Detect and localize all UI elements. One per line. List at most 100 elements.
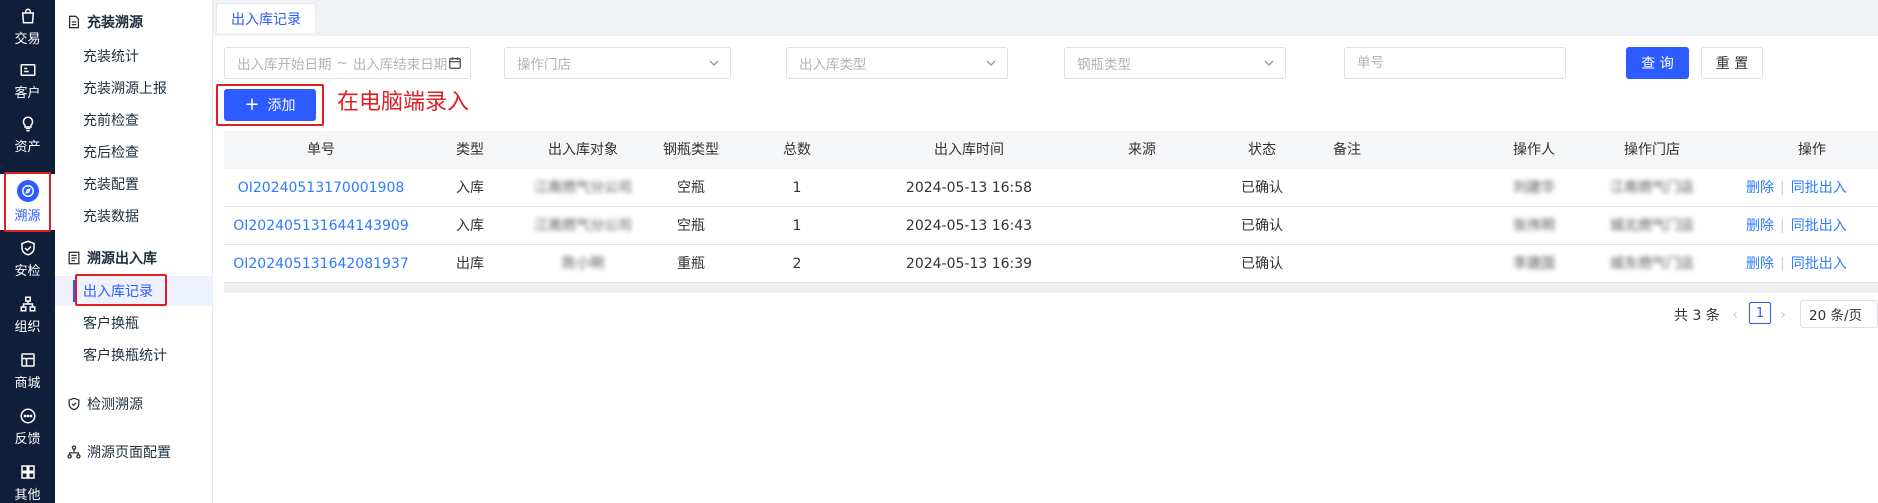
bag-icon [21,8,34,24]
menu-group-inout[interactable]: 溯源出入库 [55,243,213,273]
menu-group-trace-page-config[interactable]: 溯源页面配置 [55,437,213,467]
col-time: 出入库时间 [934,142,1004,158]
menu-item-label: 充装数据 [83,209,139,225]
menu-item-label: 充装统计 [83,49,139,65]
rail-item-other[interactable]: 其他 [0,456,55,503]
cell-target: 江南燃气分公司 [522,207,644,245]
tab-inout-records[interactable]: 出入库记录 [216,3,316,33]
bulb-icon [22,116,33,132]
grid-icon [20,465,35,479]
menu-group-fill-trace[interactable]: 充装溯源 [55,7,213,37]
annotation-text: 在电脑端录入 [337,90,470,115]
blurred-text: 陈小明 [562,256,604,272]
rail-item-org[interactable]: 组织 [0,288,55,342]
rail-label: 资产 [14,140,41,155]
menu-group-inspection-trace[interactable]: 检测溯源 [55,389,213,419]
batch-inout-link[interactable]: 同批出入 [1791,180,1847,196]
rail-item-trade[interactable]: 交易 [0,0,55,54]
rail-item-safety[interactable]: 安检 [0,232,55,286]
date-range-separator: ~ [336,55,348,71]
inout-type-select[interactable]: 出入库类型 [786,47,1008,79]
menu-item-fill-stats[interactable]: 充装统计 [55,41,213,71]
blurred-text: 城东燃气门店 [1610,256,1694,272]
document-icon [68,15,80,29]
plus-icon: + [244,94,260,115]
menu-item-inout-records[interactable]: 出入库记录 [55,276,213,306]
tree-icon [67,445,81,459]
blurred-text: 江南燃气门店 [1610,180,1694,196]
next-page-icon[interactable]: › [1775,302,1791,328]
cell-order-no[interactable]: OI202405131644143909 [224,207,418,245]
cell-actions: 删除 | 同批出入 [1746,169,1878,207]
menu-item-label: 充后检查 [83,145,139,161]
cell-remark [1322,207,1372,245]
cell-cylinder-type: 空瓶 [677,180,705,196]
prev-page-icon[interactable]: ‹ [1727,302,1743,328]
col-status: 状态 [1248,142,1276,158]
order-no-input[interactable] [1357,55,1553,71]
cell-order-no[interactable]: OI202405131642081937 [224,245,418,283]
cell-store: 江南燃气门店 [1584,169,1720,207]
menu-item-fill-config[interactable]: 充装配置 [55,169,213,199]
menu-item-customer-swap[interactable]: 客户换瓶 [55,308,213,338]
cell-operator: 刘建华 [1484,169,1584,207]
page-size-select[interactable]: 20 条/页 [1800,300,1878,328]
rail-item-mall[interactable]: 商城 [0,344,55,398]
cylinder-type-select[interactable]: 钢瓶类型 [1064,47,1286,79]
cell-status: 已确认 [1241,180,1283,196]
tab-bar: 出入库记录 [213,0,1878,36]
menu-item-fill-report[interactable]: 充装溯源上报 [55,73,213,103]
batch-inout-link[interactable]: 同批出入 [1791,256,1847,272]
rail-label: 客户 [14,86,41,101]
reset-button[interactable]: 重 置 [1701,47,1763,79]
blurred-text: 江南燃气分公司 [534,218,632,234]
table-horizontal-scrollbar[interactable] [224,283,1878,293]
order-no-field[interactable] [1344,47,1566,79]
secondary-menu: 充装溯源 充装统计 充装溯源上报 充前检查 充后检查 充装配置 充装数据 溯源出… [55,0,213,503]
cell-status: 已确认 [1241,256,1283,272]
menu-item-label: 客户换瓶统计 [83,348,167,364]
chat-bubble-icon [20,408,35,424]
store-select[interactable]: 操作门店 [504,47,731,79]
cell-time: 2024-05-13 16:39 [905,256,1033,272]
org-chart-icon [20,296,35,312]
col-source: 来源 [1128,142,1156,158]
page-number-current[interactable]: 1 [1749,302,1771,324]
compass-icon [16,180,39,202]
add-button[interactable]: + 添加 [224,89,316,121]
cell-status: 已确认 [1241,218,1283,234]
rail-item-trace[interactable]: 溯源 [0,174,55,230]
cell-total: 1 [792,180,802,196]
cell-source [1082,169,1202,207]
cell-order-no[interactable]: OI20240513170001908 [224,169,418,207]
cell-actions: 删除 | 同批出入 [1746,207,1878,245]
delete-link[interactable]: 删除 [1746,180,1774,196]
app-root: 交易 客户 资产 溯源 安检 组织 商城 反馈 其他 充装溯源 充装统计 充装溯… [0,0,1878,503]
menu-item-fill-data[interactable]: 充装数据 [55,201,213,231]
rail-label: 组织 [14,320,41,335]
cell-total: 2 [792,256,802,272]
menu-group-label: 检测溯源 [87,397,143,413]
menu-item-post-check[interactable]: 充后检查 [55,137,213,167]
rail-item-customer[interactable]: 客户 [0,54,55,108]
col-type: 类型 [456,142,484,158]
search-button[interactable]: 查 询 [1626,47,1689,79]
batch-inout-link[interactable]: 同批出入 [1791,218,1847,234]
delete-link[interactable]: 删除 [1746,256,1774,272]
col-cylinder-type: 钢瓶类型 [663,142,719,158]
menu-item-customer-swap-stats[interactable]: 客户换瓶统计 [55,340,213,370]
rail-label: 交易 [14,32,41,47]
rail-item-feedback[interactable]: 反馈 [0,400,55,454]
cell-target: 江南燃气分公司 [522,169,644,207]
menu-item-pre-check[interactable]: 充前检查 [55,105,213,135]
rail-label: 其他 [14,488,41,503]
rail-label: 溯源 [14,209,41,224]
rail-item-assets[interactable]: 资产 [0,108,55,162]
delete-link[interactable]: 删除 [1746,218,1774,234]
date-end-placeholder[interactable]: 出入库结束日期 [353,53,448,73]
date-range-picker[interactable]: 出入库开始日期 ~ 出入库结束日期 [224,47,471,79]
blurred-text: 刘建华 [1513,180,1555,196]
date-start-placeholder[interactable]: 出入库开始日期 [237,53,332,73]
cell-operator: 李建国 [1484,245,1584,283]
action-separator: | [1780,256,1785,272]
